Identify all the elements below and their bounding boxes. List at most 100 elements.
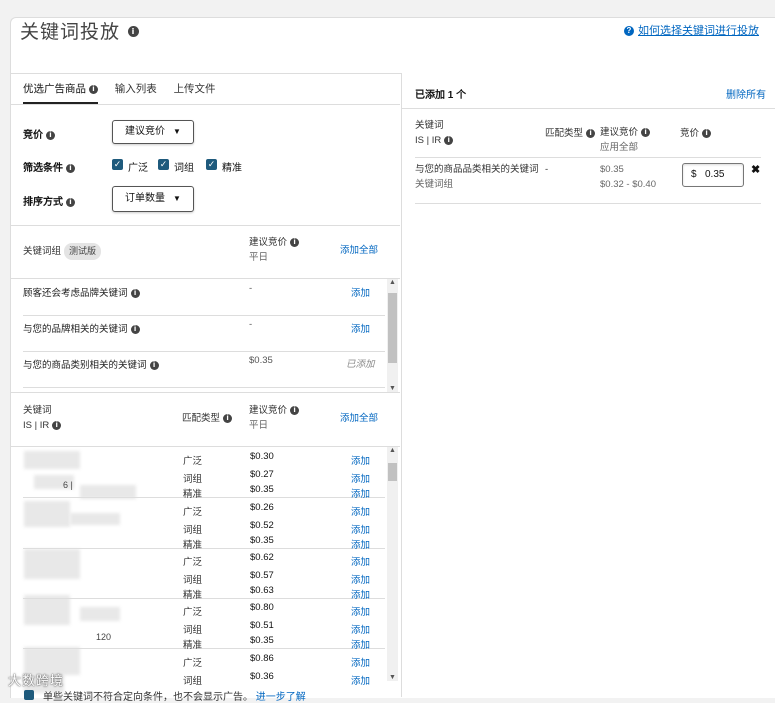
group-bid: - — [249, 319, 253, 330]
group-add-button[interactable]: 添加 — [351, 321, 370, 335]
help-link[interactable]: ? 如何选择关键词进行投放 — [624, 22, 759, 38]
info-icon[interactable]: i — [66, 163, 75, 173]
keyword-add-button[interactable]: 添加 — [351, 554, 370, 568]
added-row-bid: $0.35 $0.32 - $0.40 — [600, 164, 656, 190]
group-name: 顾客还会考虑品牌关键词 i — [23, 285, 140, 299]
match-type: 广泛 — [183, 456, 203, 467]
beta-badge: 测试版 — [64, 243, 102, 260]
info-icon[interactable]: i — [290, 237, 300, 247]
watermark: 大数跨境 — [8, 673, 65, 688]
question-icon: ? — [624, 26, 634, 36]
tab-suggested[interactable]: 优选广告商品 i — [23, 81, 98, 104]
divider — [415, 203, 761, 204]
left-panel: 优选广告商品 i 输入列表 上传文件 竞价 i 建议竞价 ▼ 筛选条件 i ✓ 广泛 ✓ 词… — [10, 73, 400, 696]
groups-bid-header: 建议竞价 i 平日 — [249, 235, 300, 265]
keyword-add-button[interactable]: 添加 — [351, 673, 370, 687]
match-type: 广泛 — [183, 658, 203, 669]
group-bid: $0.35 — [249, 355, 273, 366]
keyword-add-button[interactable]: 添加 — [351, 453, 370, 467]
keyword-add-button[interactable]: 添加 — [351, 655, 370, 669]
tab-bar: 优选广告商品 i 输入列表 上传文件 — [23, 81, 230, 104]
info-icon[interactable]: i — [586, 128, 596, 138]
footer-note: 单些关键词不符合定向条件，也不会显示广告。 进一步了解 — [43, 692, 306, 703]
bid-input[interactable]: $ 0.35 — [682, 163, 744, 187]
tab-enter-list[interactable]: 输入列表 — [115, 81, 157, 102]
keyword-add-button[interactable]: 添加 — [351, 622, 370, 636]
group-name: 与您的商品类别相关的关键词 i — [23, 357, 159, 371]
keyword-add-button[interactable]: 添加 — [351, 604, 370, 618]
currency-symbol: $ — [691, 169, 697, 180]
keyword-block: 广泛 $0.62 添加 词组 $0.57 添加 精准 $0.63 添加 — [23, 548, 385, 601]
scroll-down-icon[interactable]: ▼ — [388, 385, 397, 392]
bid-value: 0.35 — [705, 169, 725, 180]
group-added-status: 已添加 — [346, 359, 375, 370]
added-bid-header: 建议竞价 i 应用全部 — [600, 125, 651, 155]
info-icon[interactable]: i — [52, 420, 62, 430]
added-custom-bid-header: 竞价 i — [680, 126, 712, 141]
group-row: 与您的品牌相关的关键词 i - 添加 — [23, 315, 385, 352]
info-icon[interactable]: i — [130, 324, 140, 334]
match-type: 词组 — [183, 575, 203, 586]
group-add-button[interactable]: 添加 — [351, 285, 370, 299]
info-icon[interactable]: i — [290, 405, 300, 415]
match-type: 词组 — [183, 676, 203, 687]
suggested-bid: $0.86 — [250, 653, 274, 664]
learn-more-link[interactable]: 进一步了解 — [256, 692, 306, 703]
suggested-bid: $0.63 — [250, 585, 274, 596]
added-count: 已添加 1 个 — [415, 90, 467, 101]
match-type: 广泛 — [183, 557, 203, 568]
info-icon[interactable]: i — [702, 128, 712, 138]
filter-label: 筛选条件 i — [23, 159, 75, 174]
bid-label: 竞价 i — [23, 126, 55, 141]
info-icon[interactable]: i — [128, 26, 140, 37]
keyword-block: 广泛 $0.30 添加 词组 $0.27 添加 精准 $0.35 添加 — [23, 447, 385, 500]
keyword-add-button[interactable]: 添加 — [351, 504, 370, 518]
info-icon[interactable]: i — [89, 84, 98, 94]
remove-all-button[interactable]: 删除所有 — [726, 86, 766, 101]
suggested-bid: $0.52 — [250, 520, 274, 531]
group-row: 顾客还会考虑品牌关键词 i - 添加 — [23, 279, 385, 316]
groups-add-all-button[interactable]: 添加全部 — [340, 243, 378, 258]
suggested-bid: $0.51 — [250, 620, 274, 631]
divider — [10, 104, 400, 105]
check-icon: ✓ — [112, 159, 123, 170]
scroll-thumb[interactable] — [388, 293, 397, 363]
added-row-match: - — [545, 164, 549, 175]
divider — [402, 108, 775, 109]
tab-upload-file[interactable]: 上传文件 — [174, 81, 216, 102]
close-icon[interactable]: ✖ — [751, 163, 760, 176]
suggested-bid: $0.36 — [250, 671, 274, 682]
keywords-scrollbar[interactable]: ▲ ▼ — [387, 447, 398, 681]
scroll-thumb[interactable] — [388, 463, 397, 481]
divider — [10, 225, 400, 226]
info-icon[interactable]: i — [46, 130, 55, 140]
keyword-add-button[interactable]: 添加 — [351, 471, 370, 485]
added-row-name: 与您的商品品类相关的关键词 关键词组 — [415, 164, 539, 190]
bid-select[interactable]: 建议竞价 ▼ — [112, 120, 194, 144]
info-icon[interactable]: i — [66, 197, 75, 207]
keyword-block: 广泛 $0.26 添加 词组 $0.52 添加 精准 $0.35 添加 — [23, 498, 385, 551]
info-icon[interactable]: i — [130, 288, 140, 298]
info-icon[interactable]: i — [641, 127, 651, 137]
info-icon[interactable]: i — [444, 135, 454, 145]
suggested-bid: $0.80 — [250, 602, 274, 613]
sort-label: 排序方式 i — [23, 193, 75, 208]
info-icon[interactable]: i — [223, 413, 233, 423]
chevron-down-icon: ▼ — [173, 194, 181, 203]
scroll-up-icon[interactable]: ▲ — [388, 447, 397, 454]
groups-scrollbar[interactable]: ▲ ▼ — [387, 279, 398, 392]
keyword-block: 广泛 $0.80 添加 词组 $0.51 添加 精准 $0.35 添加 — [23, 598, 385, 651]
group-row: 与您的商品类别相关的关键词 i $0.35 已添加 — [23, 351, 385, 388]
suggested-bid: $0.27 — [250, 469, 274, 480]
info-icon[interactable]: i — [149, 360, 159, 370]
group-name: 与您的品牌相关的关键词 i — [23, 321, 140, 335]
sort-select[interactable]: 订单数量 ▼ — [112, 186, 194, 212]
group-bid: - — [249, 283, 253, 294]
groups-col-header: 关键词组 测试版 — [23, 243, 102, 260]
match-type: 词组 — [183, 474, 203, 485]
keyword-add-button[interactable]: 添加 — [351, 572, 370, 586]
keywords-add-all-button[interactable]: 添加全部 — [340, 411, 378, 426]
keyword-add-button[interactable]: 添加 — [351, 522, 370, 536]
scroll-up-icon[interactable]: ▲ — [388, 279, 397, 286]
scroll-down-icon[interactable]: ▼ — [388, 674, 397, 681]
